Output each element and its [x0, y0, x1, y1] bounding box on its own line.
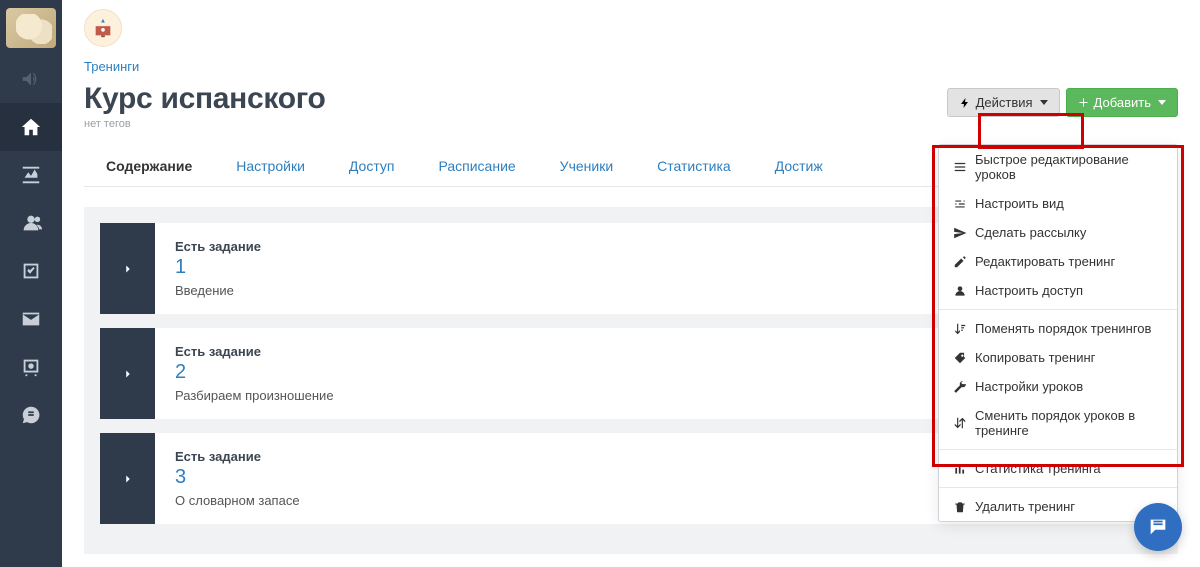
dropdown-item[interactable]: Статистика тренинга	[939, 454, 1177, 483]
dropdown-item-label: Статистика тренинга	[975, 461, 1101, 476]
dropdown-item-label: Сделать рассылку	[975, 225, 1086, 240]
sidebar-item-sound[interactable]	[0, 55, 62, 103]
tab-2[interactable]: Доступ	[327, 148, 417, 186]
swap-icon	[953, 416, 967, 430]
wrench-icon	[953, 380, 967, 394]
edit-icon	[953, 255, 967, 269]
tab-5[interactable]: Статистика	[635, 148, 753, 186]
dropdown-item-label: Настройки уроков	[975, 379, 1083, 394]
dropdown-item-label: Редактировать тренинг	[975, 254, 1115, 269]
dropdown-item-label: Удалить тренинг	[975, 499, 1075, 514]
tab-4[interactable]: Ученики	[538, 148, 635, 186]
sort-icon	[953, 322, 967, 336]
dropdown-item[interactable]: Поменять порядок тренингов	[939, 314, 1177, 343]
dropdown-item[interactable]: Настроить вид	[939, 189, 1177, 218]
caret-down-icon	[1158, 100, 1166, 105]
chevron-right-icon	[121, 472, 135, 486]
dropdown-item-label: Настроить вид	[975, 196, 1064, 211]
lesson-expand-handle[interactable]	[100, 433, 155, 524]
sidebar-item-users[interactable]	[0, 199, 62, 247]
user-icon	[953, 284, 967, 298]
dropdown-item-label: Поменять порядок тренингов	[975, 321, 1151, 336]
bolt-icon	[959, 97, 971, 109]
tag-icon	[953, 351, 967, 365]
send-icon	[953, 226, 967, 240]
sidebar-item-analytics[interactable]	[0, 151, 62, 199]
app-logo[interactable]	[84, 9, 122, 47]
dropdown-item[interactable]: Сменить порядок уроков в тренинге	[939, 401, 1177, 445]
tab-0[interactable]: Содержание	[84, 148, 214, 186]
breadcrumb: Тренинги	[84, 59, 1178, 74]
chat-icon	[1147, 516, 1169, 538]
dropdown-item-label: Быстрое редактирование уроков	[975, 152, 1163, 182]
dropdown-item[interactable]: Сделать рассылку	[939, 218, 1177, 247]
chevron-right-icon	[121, 367, 135, 381]
actions-button-label: Действия	[976, 95, 1033, 110]
tab-1[interactable]: Настройки	[214, 148, 327, 186]
stats-icon	[953, 462, 967, 476]
tab-3[interactable]: Расписание	[416, 148, 537, 186]
no-tags-label: нет тегов	[84, 118, 947, 130]
dropdown-item[interactable]: Копировать тренинг	[939, 343, 1177, 372]
sidebar-item-safe[interactable]	[0, 343, 62, 391]
sidebar-item-mail[interactable]	[0, 295, 62, 343]
chevron-right-icon	[121, 262, 135, 276]
sliders-icon	[953, 197, 967, 211]
breadcrumb-trainings[interactable]: Тренинги	[84, 59, 139, 74]
dropdown-item[interactable]: Быстрое редактирование уроков	[939, 145, 1177, 189]
sidebar	[0, 0, 62, 567]
main-content: Тренинги Курс испанского нет тегов Дейст…	[62, 0, 1200, 567]
chat-fab[interactable]	[1134, 503, 1182, 551]
dropdown-item[interactable]: Редактировать тренинг	[939, 247, 1177, 276]
dropdown-item-label: Копировать тренинг	[975, 350, 1095, 365]
tab-6[interactable]: Достиж	[753, 148, 845, 186]
dropdown-item[interactable]: Настройки уроков	[939, 372, 1177, 401]
sidebar-item-tasks[interactable]	[0, 247, 62, 295]
sidebar-item-chat[interactable]	[0, 391, 62, 439]
add-button[interactable]: Добавить	[1066, 88, 1178, 117]
dropdown-item-label: Настроить доступ	[975, 283, 1083, 298]
add-button-label: Добавить	[1094, 95, 1151, 110]
list-icon	[953, 160, 967, 174]
actions-dropdown: Быстрое редактирование уроков Настроить в…	[938, 144, 1178, 522]
lesson-expand-handle[interactable]	[100, 328, 155, 419]
lesson-expand-handle[interactable]	[100, 223, 155, 314]
page-title: Курс испанского	[84, 82, 947, 116]
actions-button[interactable]: Действия	[947, 88, 1060, 117]
caret-down-icon	[1040, 100, 1048, 105]
plus-icon	[1078, 97, 1089, 108]
sidebar-item-home[interactable]	[0, 103, 62, 151]
user-avatar[interactable]	[0, 0, 62, 55]
dropdown-item[interactable]: Настроить доступ	[939, 276, 1177, 305]
dropdown-item-label: Сменить порядок уроков в тренинге	[975, 408, 1163, 438]
trash-icon	[953, 500, 967, 514]
